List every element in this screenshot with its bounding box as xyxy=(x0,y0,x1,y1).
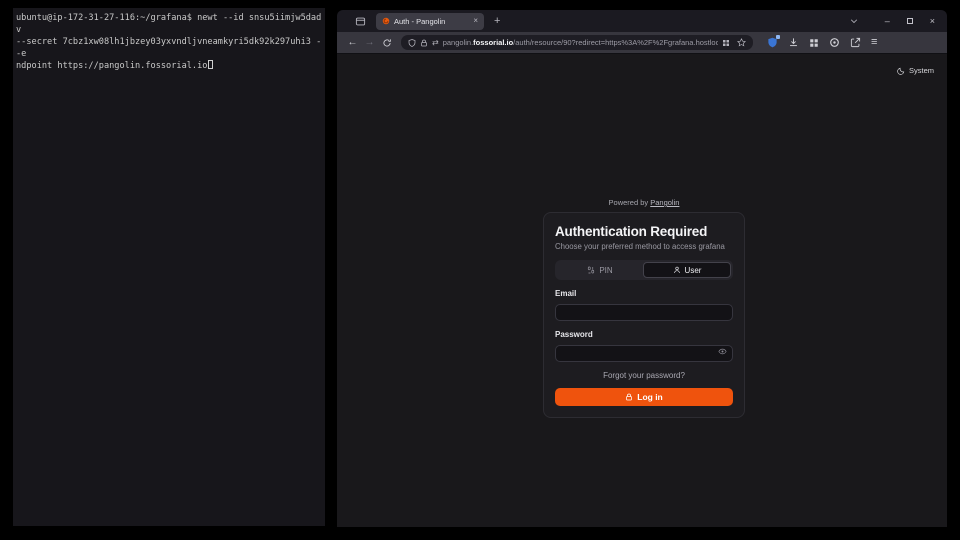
password-manager-extension-icon[interactable] xyxy=(767,37,778,48)
login-button-label: Log in xyxy=(637,392,663,402)
extensions-grid-icon[interactable] xyxy=(809,38,819,48)
new-tab-button[interactable]: + xyxy=(494,16,500,27)
tracking-protection-shield-icon[interactable] xyxy=(408,39,416,47)
card-title: Authentication Required xyxy=(555,224,733,239)
pangolin-link[interactable]: Pangolin xyxy=(650,198,679,207)
tab-close-icon[interactable]: × xyxy=(473,17,478,25)
login-button[interactable]: Log in xyxy=(555,388,733,406)
email-label: Email xyxy=(555,289,733,298)
card-subtitle: Choose your preferred method to access g… xyxy=(555,242,733,251)
adblocker-extension-icon[interactable] xyxy=(829,37,840,48)
forgot-password-link[interactable]: Forgot your password? xyxy=(555,371,733,380)
url-path: /auth/resource/90?redirect=https%3A%2F%2… xyxy=(513,38,718,47)
bookmark-star-icon[interactable] xyxy=(737,38,746,47)
list-tabs-chevron-icon[interactable] xyxy=(849,16,859,26)
auth-card: Authentication Required Choose your pref… xyxy=(543,212,745,418)
moon-icon xyxy=(897,67,905,75)
password-field[interactable] xyxy=(555,345,733,362)
forward-button[interactable]: → xyxy=(361,37,378,48)
tab-pin[interactable]: PIN xyxy=(557,262,643,278)
tab-pin-label: PIN xyxy=(599,266,612,275)
terminal-line: --secret 7cbz1xw08lh1jbzey03yxvndljvneam… xyxy=(16,37,321,59)
terminal-window[interactable]: ubuntu@ip-172-31-27-116:~/grafana$ newt … xyxy=(13,8,325,526)
url-bar[interactable]: ⇄ pangolin.fossorial.io/auth/resource/90… xyxy=(401,35,753,50)
extension-badge xyxy=(776,35,780,39)
hamburger-menu-icon[interactable]: ≡ xyxy=(871,37,877,48)
powered-by: Powered by Pangolin xyxy=(543,198,745,207)
auth-method-tabs: PIN User xyxy=(555,260,733,280)
permissions-icon[interactable]: ⇄ xyxy=(432,39,439,47)
reload-button[interactable] xyxy=(378,38,395,48)
share-extension-icon[interactable] xyxy=(850,37,861,48)
close-window-button[interactable]: × xyxy=(930,17,935,26)
url-subdomain: pangolin. xyxy=(443,38,473,47)
window-controls: – × xyxy=(885,17,935,26)
tab-bar: Auth - Pangolin × + – × xyxy=(337,10,947,32)
navigation-toolbar: ← → ⇄ pangolin.fossorial.io/auth/resourc… xyxy=(337,32,947,53)
email-field[interactable] xyxy=(555,304,733,321)
url-domain: fossorial.io xyxy=(473,38,513,47)
powered-by-text: Powered by xyxy=(609,198,649,207)
minimize-button[interactable]: – xyxy=(885,17,890,26)
maximize-button[interactable] xyxy=(907,18,913,24)
terminal-line: ndpoint https://pangolin.fossorial.io xyxy=(16,61,207,71)
container-grid-icon[interactable] xyxy=(722,39,730,47)
firefox-view-icon[interactable] xyxy=(355,16,366,27)
downloads-icon[interactable] xyxy=(788,37,799,48)
theme-toggle-label: System xyxy=(909,66,934,75)
back-button[interactable]: ← xyxy=(344,37,361,48)
browser-window: Auth - Pangolin × + – × ← → ⇄ pangol xyxy=(337,10,947,527)
tab-user[interactable]: User xyxy=(643,262,731,278)
page-content: System Powered by Pangolin Authenticatio… xyxy=(337,53,947,527)
connection-lock-icon[interactable] xyxy=(420,39,428,47)
show-password-eye-icon[interactable] xyxy=(718,347,727,356)
terminal-line: ubuntu@ip-172-31-27-116:~/grafana$ newt … xyxy=(16,13,321,35)
theme-toggle[interactable]: System xyxy=(897,66,934,75)
url-text: pangolin.fossorial.io/auth/resource/90?r… xyxy=(443,38,718,47)
password-label: Password xyxy=(555,330,733,339)
terminal-output: ubuntu@ip-172-31-27-116:~/grafana$ newt … xyxy=(16,12,322,72)
tab-title: Auth - Pangolin xyxy=(394,17,469,26)
site-favicon xyxy=(382,17,390,25)
login-lock-icon xyxy=(625,393,633,401)
tab-user-label: User xyxy=(685,266,702,275)
maximize-icon xyxy=(907,18,913,24)
browser-tab[interactable]: Auth - Pangolin × xyxy=(376,13,484,30)
terminal-cursor xyxy=(208,60,213,69)
